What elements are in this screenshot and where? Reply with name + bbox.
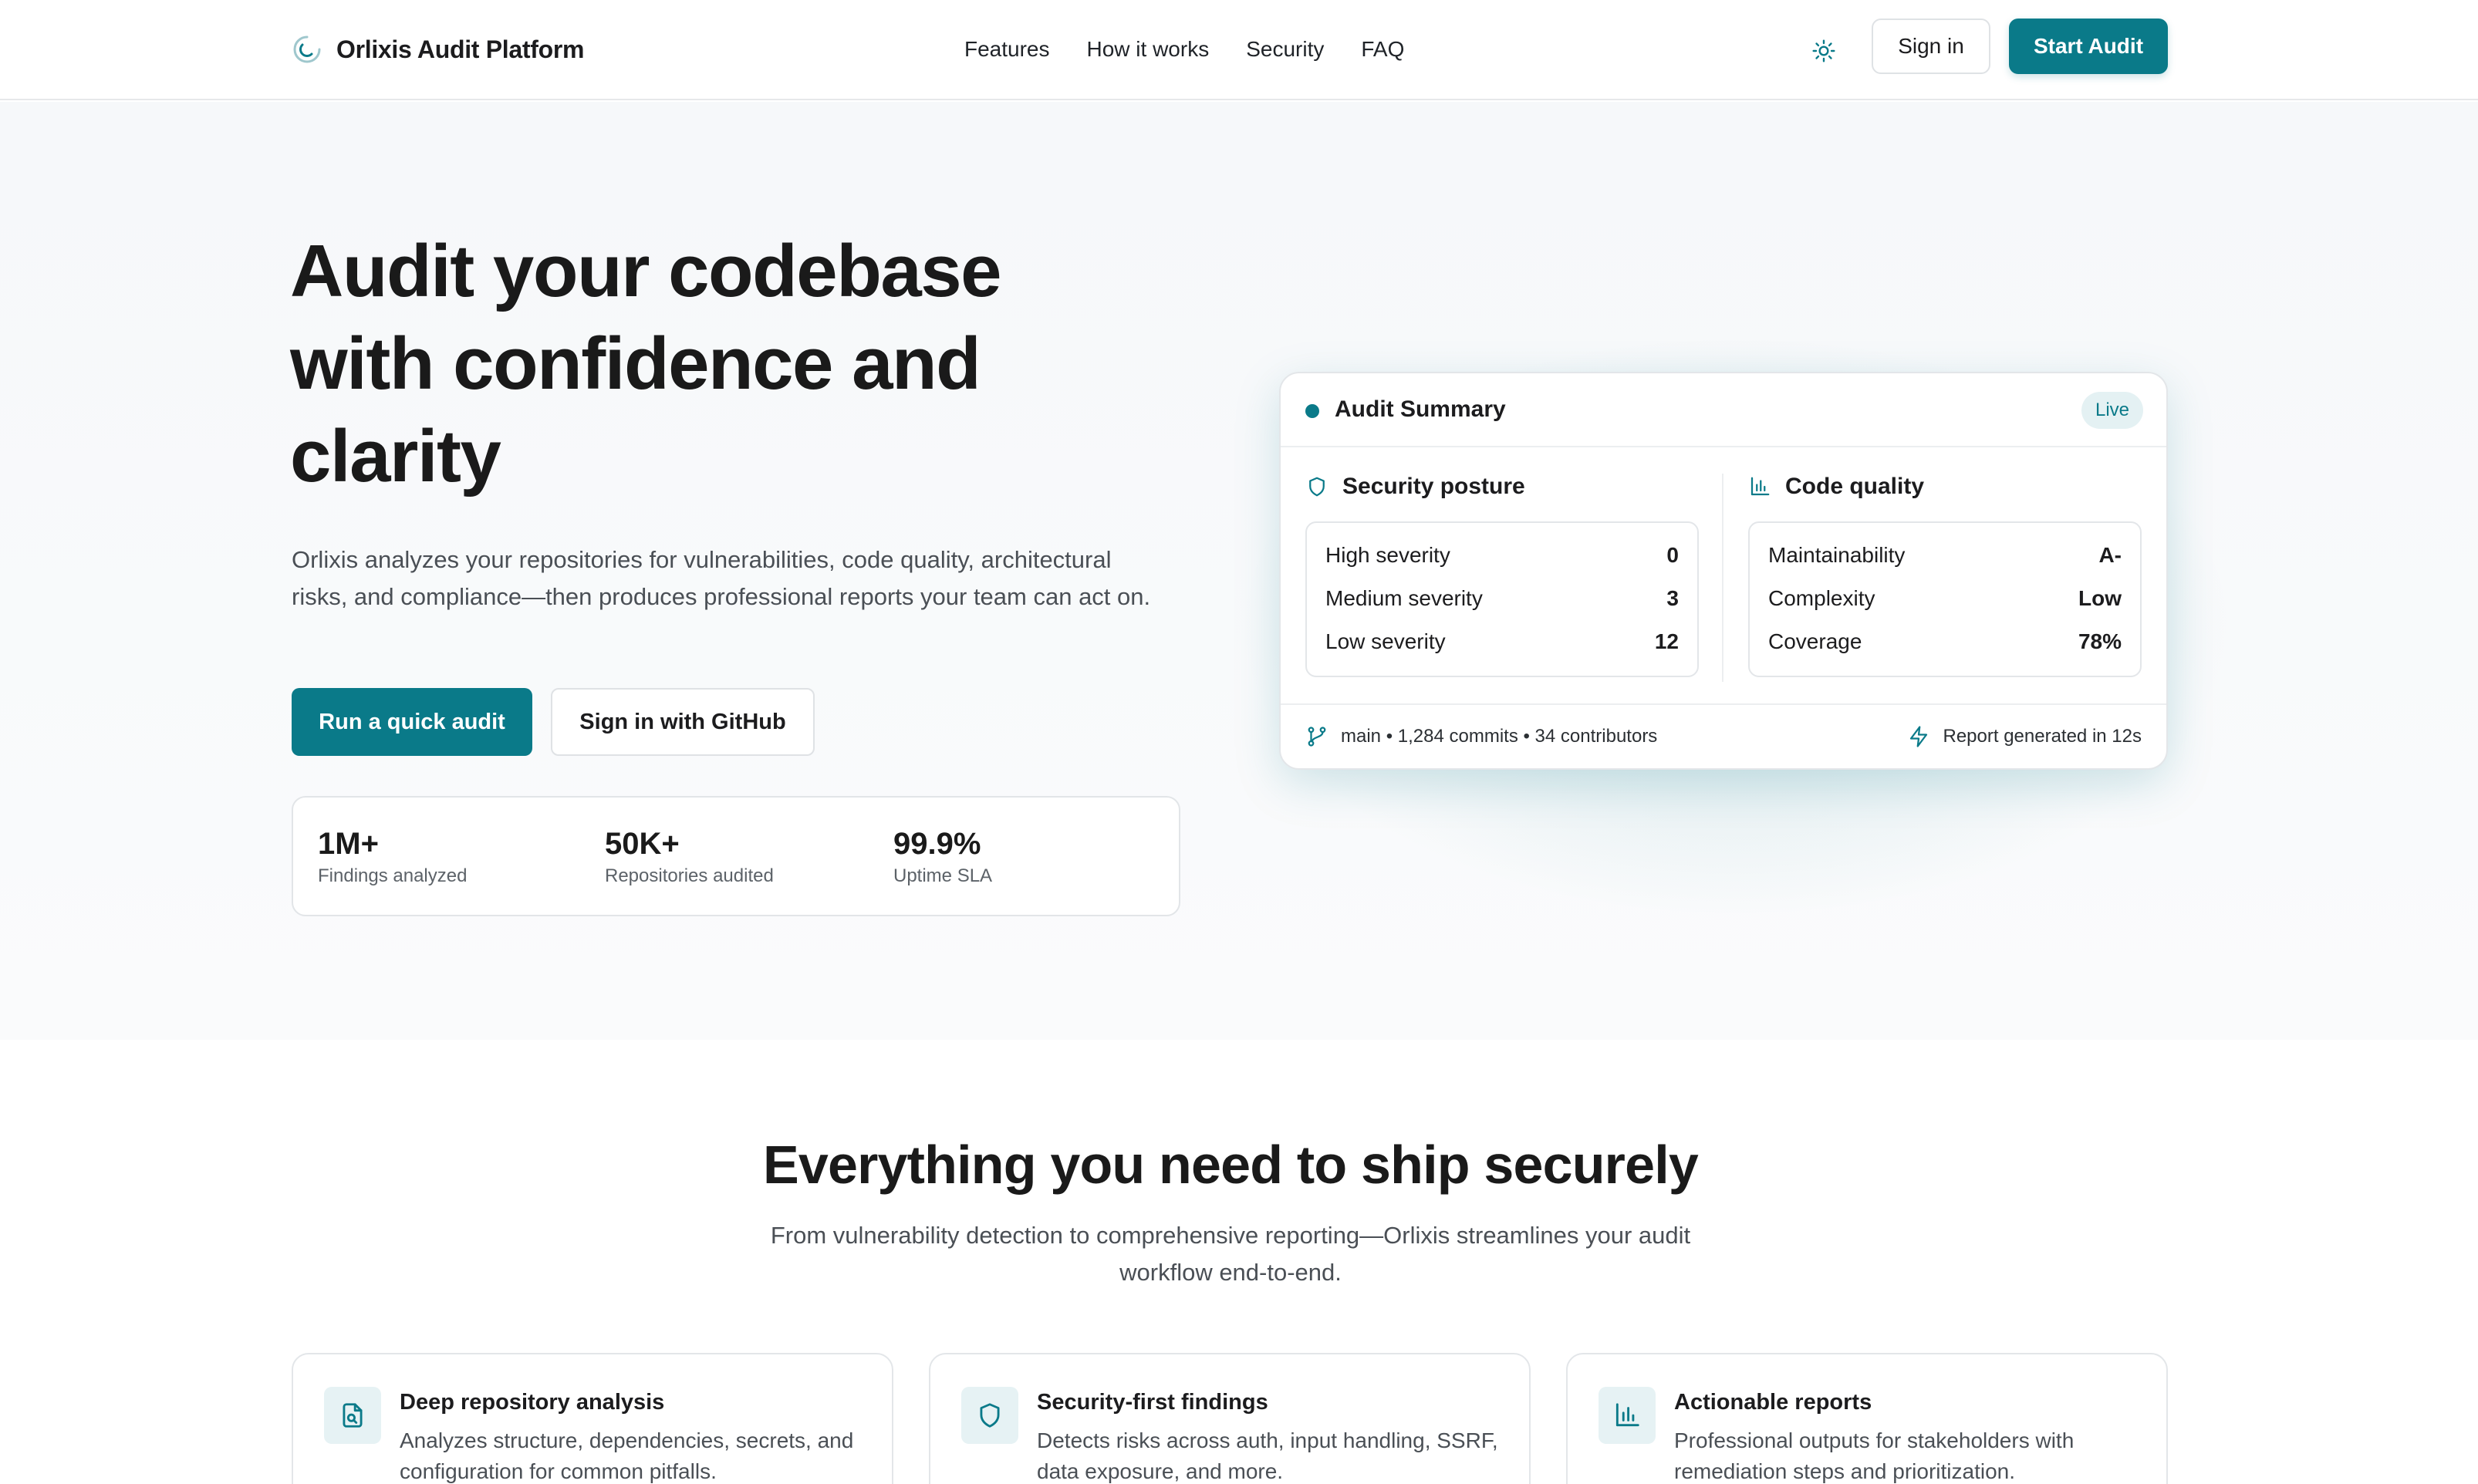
stat-uptime: 99.9% Uptime SLA — [893, 827, 992, 887]
repo-summary: main • 1,284 commits • 34 contributors — [1341, 726, 1658, 747]
stat-value: 50K+ — [605, 827, 680, 861]
metric-label: Medium severity — [1325, 586, 1483, 610]
metric-coverage: Coverage 78% — [1768, 620, 2122, 663]
shield-icon — [980, 1403, 1000, 1428]
audit-summary-card: Audit Summary Live Security posture Code… — [1279, 372, 2168, 770]
feature-card-actionable-reports: Actionable reports Professional outputs … — [1566, 1353, 2168, 1484]
security-metrics: High severity 0 Medium severity 3 Low se… — [1305, 521, 1699, 677]
sign-in-github-button[interactable]: Sign in with GitHub — [551, 688, 815, 756]
section-title: Code quality — [1785, 474, 1925, 499]
sign-in-button[interactable]: Sign in — [1872, 19, 1990, 74]
report-timing: Report generated in 12s — [1907, 725, 2142, 748]
status-dot — [1305, 404, 1319, 418]
live-badge: Live — [2081, 392, 2143, 429]
stats-panel: 1M+ Findings analyzed 50K+ Repositories … — [292, 796, 1180, 916]
security-posture-heading: Security posture — [1305, 474, 1525, 500]
feature-icon-container — [324, 1387, 381, 1444]
metric-label: Low severity — [1325, 629, 1446, 653]
feature-card-repository-analysis: Deep repository analysis Analyzes struct… — [292, 1353, 893, 1484]
feature-icon-container — [961, 1387, 1018, 1444]
feature-description: Analyzes structure, dependencies, secret… — [400, 1428, 854, 1483]
bar-chart-icon — [1750, 477, 1770, 496]
shield-icon — [1309, 477, 1325, 497]
metric-value: 3 — [1666, 586, 1679, 610]
stat-value: 99.9% — [893, 827, 981, 861]
metric-medium-severity: Medium severity 3 — [1325, 577, 1679, 620]
hero-title: Audit your codebase with confidence and … — [290, 230, 1002, 497]
stat-findings: 1M+ Findings analyzed — [318, 827, 467, 887]
metric-complexity: Complexity Low — [1768, 577, 2122, 620]
card-title: Audit Summary — [1335, 396, 1506, 422]
main-nav: Features How it works Security FAQ — [964, 26, 1404, 73]
quality-metrics: Maintainability A- Complexity Low Covera… — [1748, 521, 2142, 677]
nav-security[interactable]: Security — [1246, 37, 1324, 62]
hero-description: Orlixis analyzes your repositories for v… — [292, 546, 1151, 610]
metric-label: Maintainability — [1768, 543, 1906, 567]
landing-page: Orlixis Audit Platform Features How it w… — [0, 0, 2478, 1484]
stat-value: 1M+ — [318, 827, 379, 861]
feature-title: Deep repository analysis — [400, 1390, 665, 1415]
metric-value: 0 — [1666, 543, 1679, 567]
feature-description: Professional outputs for stakeholders wi… — [1674, 1428, 2075, 1483]
git-branch-icon — [1308, 727, 1326, 747]
nav-how-it-works[interactable]: How it works — [1087, 37, 1210, 62]
code-quality-heading: Code quality — [1748, 474, 1924, 500]
stat-label: Uptime SLA — [893, 865, 993, 886]
feature-card-security-findings: Security-first findings Detects risks ac… — [929, 1353, 1531, 1484]
metric-label: Complexity — [1768, 586, 1875, 610]
feature-title: Security-first findings — [1037, 1390, 1268, 1415]
nav-faq[interactable]: FAQ — [1361, 37, 1404, 62]
stat-label: Repositories audited — [605, 865, 774, 886]
top-navbar: Orlixis Audit Platform Features How it w… — [0, 0, 2478, 100]
features-subtitle: From vulnerability detection to comprehe… — [770, 1222, 1691, 1286]
report-generated-text: Report generated in 12s — [1943, 726, 2142, 747]
brand[interactable]: Orlixis Audit Platform — [292, 26, 584, 73]
metric-maintainability: Maintainability A- — [1768, 534, 2122, 577]
metric-value: A- — [2098, 543, 2122, 567]
sun-icon — [1812, 39, 1835, 62]
metric-value: 78% — [2078, 629, 2122, 653]
hero-section: Audit your codebase with confidence and … — [0, 102, 2478, 1040]
feature-icon-container — [1599, 1387, 1656, 1444]
nav-features[interactable]: Features — [964, 37, 1050, 62]
metric-label: High severity — [1325, 543, 1450, 567]
metric-high-severity: High severity 0 — [1325, 534, 1679, 577]
card-header: Audit Summary Live — [1281, 373, 2166, 447]
repo-info: main • 1,284 commits • 34 contributors — [1305, 725, 1657, 748]
brand-name: Orlixis Audit Platform — [336, 35, 585, 63]
file-search-icon — [343, 1403, 363, 1428]
theme-toggle-button[interactable] — [1802, 29, 1845, 73]
features-heading: Everything you need to ship securely — [762, 1135, 1699, 1195]
feature-title: Actionable reports — [1674, 1390, 1872, 1415]
lightning-icon — [1910, 726, 1928, 747]
metric-low-severity: Low severity 12 — [1325, 620, 1679, 663]
metric-value: 12 — [1654, 629, 1679, 653]
section-title: Security posture — [1342, 474, 1525, 499]
stat-label: Findings analyzed — [318, 865, 468, 886]
column-divider — [1722, 474, 1723, 682]
orlixis-logo-icon — [293, 35, 321, 63]
card-footer: main • 1,284 commits • 34 contributors R… — [1281, 703, 2166, 768]
run-quick-audit-button[interactable]: Run a quick audit — [292, 688, 532, 756]
metric-label: Coverage — [1768, 629, 1862, 653]
metric-value: Low — [2078, 586, 2122, 610]
bar-chart-icon — [1615, 1403, 1639, 1427]
stat-repositories: 50K+ Repositories audited — [605, 827, 774, 887]
feature-description: Detects risks across auth, input handlin… — [1037, 1428, 1498, 1483]
start-audit-button[interactable]: Start Audit — [2009, 19, 2168, 74]
